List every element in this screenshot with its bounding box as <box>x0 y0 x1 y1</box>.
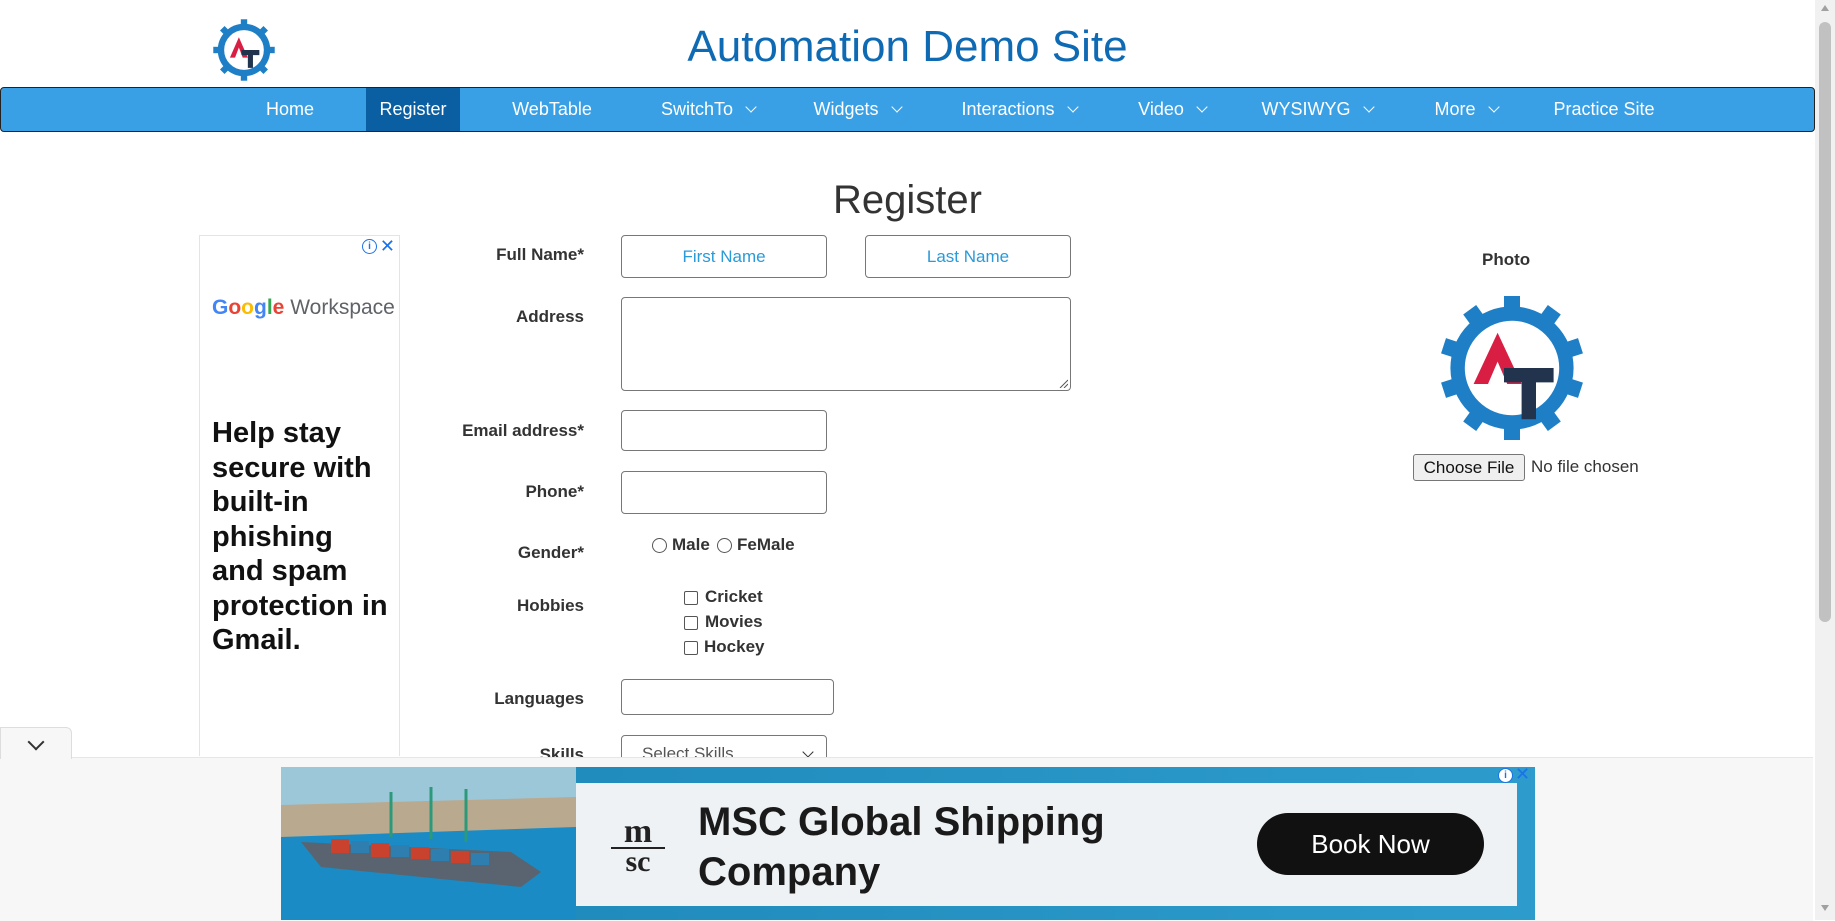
hobby-movies-checkbox[interactable] <box>684 616 698 630</box>
msc-logo-top: m <box>623 813 653 850</box>
last-name-input[interactable] <box>865 235 1071 278</box>
resize-handle-icon[interactable] <box>1059 379 1068 388</box>
hobby-hockey-checkbox[interactable] <box>684 641 698 655</box>
chevron-down-icon <box>802 746 814 758</box>
nav-wysiwyg-label: WYSIWYG <box>1261 99 1351 119</box>
photo-preview-logo-icon <box>1441 296 1583 440</box>
vertical-scrollbar[interactable] <box>1815 0 1835 920</box>
nav-register[interactable]: Register <box>366 88 460 131</box>
container-ship-image <box>281 767 576 920</box>
nav-more[interactable]: More <box>1425 88 1507 131</box>
address-label: Address <box>515 307 584 326</box>
phone-input[interactable] <box>621 471 827 514</box>
chevron-down-icon <box>27 733 45 751</box>
gender-male-label: Male <box>672 535 710 554</box>
google-workspace-logo: Google Workspace <box>212 296 395 320</box>
nav-switchto-label: SwitchTo <box>660 99 734 119</box>
hobby-hockey-label: Hockey <box>704 637 765 656</box>
chevron-down-icon <box>1196 101 1208 113</box>
ad-headline: Help stay secure with built-in phishing … <box>212 417 388 656</box>
nav-widgets-label: Widgets <box>813 99 879 119</box>
languages-multiselect[interactable] <box>621 679 834 715</box>
site-title: Automation Demo Site <box>687 22 1128 71</box>
banner-headline-line2: Company <box>698 850 881 894</box>
scrollbar-thumb[interactable] <box>1819 22 1831 622</box>
nav-wysiwyg[interactable]: WYSIWYG <box>1256 88 1378 131</box>
gender-female-label: FeMale <box>737 535 795 554</box>
nav-practice-site[interactable]: Practice Site <box>1548 88 1660 131</box>
gender-label: Gender* <box>517 543 584 562</box>
photo-label: Photo <box>1482 250 1531 269</box>
chevron-down-icon <box>1487 101 1500 113</box>
address-textarea[interactable] <box>621 297 1071 391</box>
choose-file-button[interactable]: Choose File <box>1413 454 1525 481</box>
nav-switchto[interactable]: SwitchTo <box>649 88 767 131</box>
nav-video-label: Video <box>1138 99 1184 119</box>
nav-webtable[interactable]: WebTable <box>500 88 604 131</box>
chevron-down-icon <box>890 101 903 113</box>
nav-interactions[interactable]: Interactions <box>949 88 1089 131</box>
hobby-cricket-checkbox[interactable] <box>684 591 698 605</box>
banner-headline-line1: MSC Global Shipping <box>698 800 1105 844</box>
side-advertisement[interactable]: i ✕ Google Workspace Help stay secure wi… <box>199 235 400 756</box>
file-status-text: No file chosen <box>1531 457 1639 476</box>
workspace-wordmark: Workspace <box>290 296 395 319</box>
hobby-cricket-label: Cricket <box>705 587 763 606</box>
book-now-button[interactable]: Book Now <box>1257 813 1484 875</box>
info-icon[interactable]: i <box>1498 768 1513 783</box>
collapse-ad-button[interactable] <box>0 727 72 759</box>
first-name-input[interactable] <box>621 235 827 278</box>
msc-logo-bottom: sc <box>625 845 651 878</box>
phone-label: Phone* <box>525 482 584 501</box>
main-navbar: Home Register WebTable SwitchTo Widgets … <box>0 87 1815 132</box>
chevron-down-icon <box>1066 101 1079 113</box>
hobby-movies-label: Movies <box>705 612 763 631</box>
bottom-banner-ad[interactable]: m sc MSC Global Shipping Company Book No… <box>281 767 1535 920</box>
nav-home[interactable]: Home <box>247 88 333 131</box>
info-icon[interactable]: i <box>362 239 377 254</box>
gender-female-radio[interactable] <box>717 538 732 553</box>
chevron-down-icon <box>1362 101 1375 113</box>
banner-headline: MSC Global Shipping Company <box>698 797 1105 897</box>
gender-male-radio[interactable] <box>652 538 667 553</box>
full-name-label: Full Name* <box>496 245 584 264</box>
scroll-up-arrow-icon[interactable] <box>1821 5 1829 11</box>
nav-interactions-label: Interactions <box>961 99 1055 119</box>
email-input[interactable] <box>621 410 827 451</box>
scroll-down-arrow-icon[interactable] <box>1821 905 1829 911</box>
chevron-down-icon <box>745 101 757 113</box>
nav-video[interactable]: Video <box>1126 88 1218 131</box>
banner-card: m sc MSC Global Shipping Company Book No… <box>576 783 1517 906</box>
email-label: Email address* <box>462 421 584 440</box>
languages-label: Languages <box>494 689 584 708</box>
nav-widgets[interactable]: Widgets <box>801 88 913 131</box>
google-wordmark: Google <box>212 296 285 319</box>
close-icon[interactable]: ✕ <box>1515 764 1530 785</box>
page-heading: Register <box>833 178 982 222</box>
msc-logo-icon: m sc <box>611 813 665 878</box>
hobbies-label: Hobbies <box>516 596 584 615</box>
nav-more-label: More <box>1434 99 1476 119</box>
